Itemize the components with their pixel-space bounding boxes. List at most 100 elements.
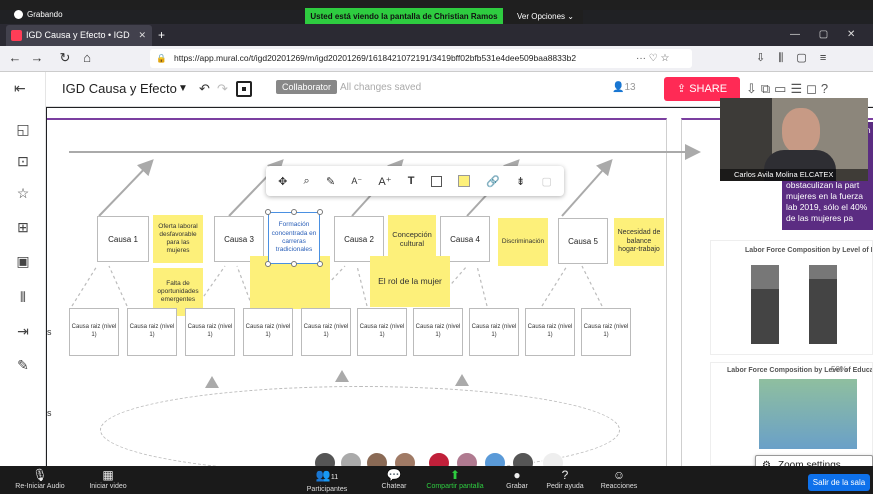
zoom-to-icon[interactable]: ⌕ bbox=[304, 175, 310, 188]
share-screen-button[interactable]: ⬆ Compartir pantalla bbox=[420, 468, 490, 491]
page-actions-icon[interactable]: ··· ♡ ☆ bbox=[636, 49, 669, 68]
edit-icon[interactable]: ✎ bbox=[326, 175, 335, 188]
text-format-icon[interactable]: T bbox=[408, 175, 415, 187]
root-cause-box[interactable]: Causa raiz (nivel 1) bbox=[469, 308, 519, 356]
cause-box[interactable]: Causa 1 bbox=[97, 216, 149, 262]
reload-icon[interactable]: ↻ bbox=[56, 49, 74, 67]
url-text: https://app.mural.co/t/igd20201269/m/igd… bbox=[174, 53, 577, 63]
grid-icon[interactable]: ⊞ bbox=[14, 218, 32, 236]
header-tool-icons[interactable]: ⇩⧉▭☰◻? bbox=[746, 79, 832, 99]
share-screen-icon: ⬆ bbox=[449, 468, 461, 482]
participants-icon: 👥11 bbox=[315, 468, 339, 482]
reactions-label: Reacciones bbox=[600, 483, 638, 490]
increase-font-icon[interactable]: A⁺ bbox=[378, 175, 391, 188]
chart2-title: Labor Force Composition by Level of Educ… bbox=[727, 367, 872, 374]
help-icon: ? bbox=[561, 468, 569, 482]
people-count[interactable]: 👤13 bbox=[612, 82, 636, 93]
save-status: All changes saved bbox=[340, 82, 422, 93]
root-cause-box[interactable]: Causa raiz (nivel 1) bbox=[581, 308, 631, 356]
sticky-note[interactable]: Oferta laboral desfavorable para las muj… bbox=[153, 215, 203, 263]
star-icon[interactable]: ☆ bbox=[14, 184, 32, 202]
link-icon[interactable]: 🔗 bbox=[486, 175, 500, 188]
root-cause-box[interactable]: Causa raiz (nivel 1) bbox=[413, 308, 463, 356]
root-cause-box[interactable]: Causa raiz (nivel 1) bbox=[357, 308, 407, 356]
people-count-value: 13 bbox=[624, 82, 636, 93]
browser-toolbar-icons[interactable]: ⇩ ⫼ ▢ ≡ bbox=[756, 49, 826, 68]
root-cause-box[interactable]: Causa raiz (nivel 1) bbox=[185, 308, 235, 356]
resize-handle[interactable] bbox=[291, 261, 297, 267]
chevron-down-icon[interactable]: ▼ bbox=[178, 79, 188, 99]
root-cause-box[interactable]: Causa raiz (nivel 1) bbox=[127, 308, 177, 356]
focus-mode-icon[interactable] bbox=[236, 81, 252, 97]
participant-video[interactable]: Carlos Avila Molina ELCATEX bbox=[720, 98, 868, 181]
record-button[interactable]: ● Grabar bbox=[500, 468, 534, 491]
chat-label: Chatear bbox=[381, 483, 407, 490]
chart-image-2[interactable]: Labor Force Composition by Level of Educ… bbox=[710, 362, 873, 466]
pen-icon[interactable]: ✎ bbox=[14, 356, 32, 374]
resize-handle[interactable] bbox=[265, 209, 271, 215]
resize-handle[interactable] bbox=[317, 209, 323, 215]
root-cause-box[interactable]: Causa raiz (nivel 1) bbox=[243, 308, 293, 356]
lock-icon: 🔒 bbox=[156, 53, 167, 63]
image-icon[interactable]: ▣ bbox=[14, 252, 32, 270]
recording-label: Grabando bbox=[27, 10, 63, 19]
microphone-muted-icon: 🎙 bbox=[32, 468, 48, 482]
screen-share-banner: Usted está viendo la pantalla de Christi… bbox=[305, 8, 503, 25]
emoji-icon: ☺ bbox=[612, 468, 626, 482]
root-cause-box[interactable]: Causa raiz (nivel 1) bbox=[69, 308, 119, 356]
video-off-icon: ▦ bbox=[102, 468, 114, 482]
decrease-font-icon[interactable]: A⁻ bbox=[351, 176, 362, 187]
resize-handle[interactable] bbox=[291, 209, 297, 215]
help-button[interactable]: ? Pedir ayuda bbox=[542, 468, 588, 491]
chart-bar bbox=[751, 289, 779, 344]
redo-icon[interactable]: ↷ bbox=[217, 79, 228, 99]
recording-indicator: Grabando bbox=[14, 8, 134, 22]
mural-favicon-icon bbox=[11, 30, 22, 41]
leave-room-button[interactable]: Salir de la sala bbox=[808, 474, 870, 491]
view-options-button[interactable]: Ver Opciones ⌄ bbox=[503, 8, 583, 25]
record-label: Grabar bbox=[506, 483, 528, 490]
comment-icon[interactable]: ⊡ bbox=[14, 152, 32, 170]
chart-image-1[interactable]: Labor Force Composition by Level of E bbox=[710, 240, 873, 355]
undo-icon[interactable]: ↶ bbox=[199, 79, 210, 99]
new-tab-icon[interactable]: + bbox=[158, 25, 165, 45]
sticky-note[interactable]: El rol de la mujer bbox=[370, 256, 450, 307]
window-controls[interactable]: — ▢ ✕ bbox=[790, 25, 873, 45]
audio-button[interactable]: 🎙 Re-Iniciar Audio bbox=[10, 468, 70, 491]
resize-handle[interactable] bbox=[265, 261, 271, 267]
share-label: SHARE bbox=[689, 83, 728, 95]
import-icon[interactable]: ⇥ bbox=[14, 322, 32, 340]
color-swatch-icon[interactable] bbox=[457, 175, 470, 187]
share-icon: ⇪ bbox=[676, 83, 690, 95]
participants-button[interactable]: 👥11 Participantes bbox=[300, 468, 354, 494]
participant-face bbox=[782, 108, 820, 154]
align-icon[interactable]: ⇟ bbox=[516, 175, 525, 188]
back-icon[interactable]: ← bbox=[6, 49, 24, 67]
root-cause-box[interactable]: Causa raiz (nivel 1) bbox=[301, 308, 351, 356]
address-bar[interactable]: 🔒 https://app.mural.co/t/igd20201269/m/ig… bbox=[150, 49, 692, 68]
forward-icon[interactable]: → bbox=[28, 49, 46, 67]
selected-text-box[interactable]: Formación concentrada en carreras tradic… bbox=[268, 212, 320, 264]
library-icon[interactable]: ⫴ bbox=[14, 288, 32, 306]
border-icon[interactable] bbox=[430, 175, 442, 187]
mural-title[interactable]: IGD Causa y Efecto bbox=[62, 79, 177, 99]
root-cause-box[interactable]: Causa raiz (nivel 1) bbox=[525, 308, 575, 356]
exit-mural-icon[interactable]: ⇤ bbox=[14, 80, 26, 97]
resize-handle[interactable] bbox=[317, 261, 323, 267]
sticky-note[interactable]: Necesidad de balance hogar-trabajo bbox=[614, 218, 664, 266]
sticky-note[interactable]: Discriminación bbox=[498, 218, 548, 266]
reactions-button[interactable]: ☺ Reacciones bbox=[596, 468, 642, 491]
participants-label: Participantes bbox=[306, 486, 348, 493]
cause-box[interactable]: Causa 5 bbox=[558, 218, 608, 264]
lock-object-icon[interactable]: ▢ bbox=[541, 175, 551, 188]
home-icon[interactable]: ⌂ bbox=[78, 49, 96, 67]
person-icon: 👤 bbox=[612, 82, 625, 93]
chat-button[interactable]: 💬 Chatear bbox=[376, 468, 412, 491]
participant-name: Carlos Avila Molina ELCATEX bbox=[720, 169, 868, 181]
browser-tab[interactable]: IGD Causa y Efecto • IGD 2020✕ bbox=[6, 25, 152, 61]
video-button[interactable]: ▦ Iniciar video bbox=[82, 468, 134, 491]
sticky-note-icon[interactable]: ◱ bbox=[14, 120, 32, 138]
move-icon[interactable]: ✥ bbox=[278, 175, 287, 188]
close-tab-icon[interactable]: ✕ bbox=[138, 25, 146, 46]
collaborator-badge: Collaborator bbox=[276, 80, 338, 94]
